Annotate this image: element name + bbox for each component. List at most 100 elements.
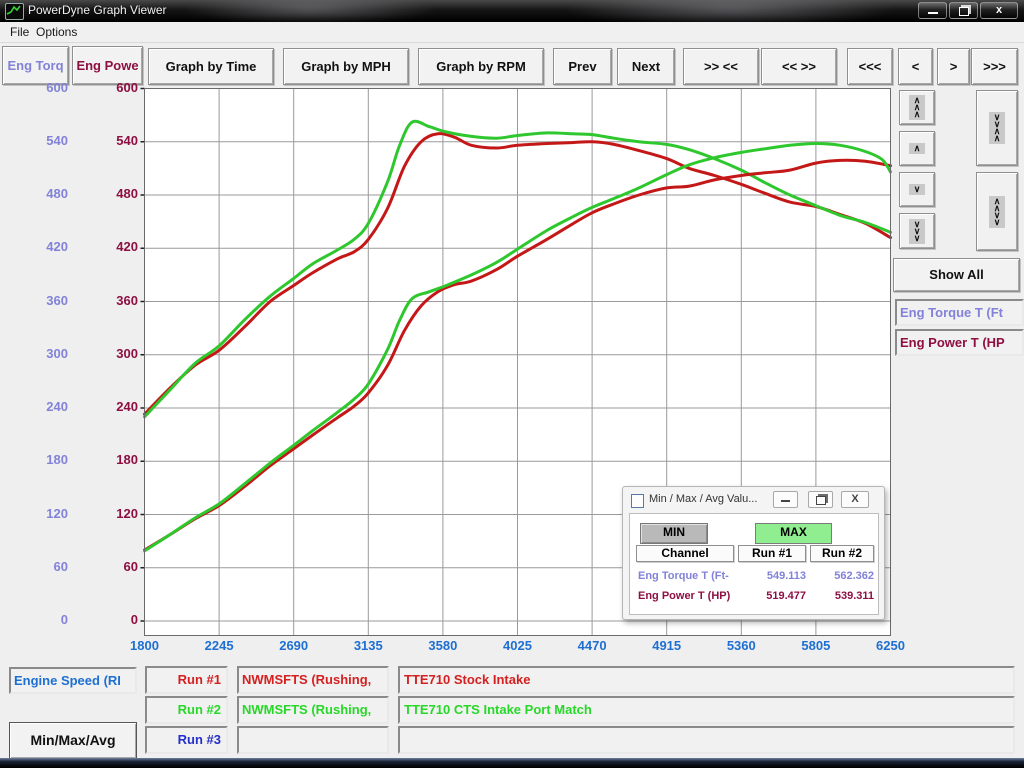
chevron-glyph: ∨ [914, 235, 921, 242]
graph-by-rpm-button[interactable]: Graph by RPM [418, 48, 544, 85]
minmax-run2-value: 562.362 [804, 570, 874, 582]
zoom-out-x-button[interactable]: << >> [761, 48, 837, 85]
rpm-tick-label: 4025 [481, 638, 555, 653]
minmax-col-run2: Run #2 [810, 545, 874, 562]
collapse-range-icon: ∨∨∧∧ [989, 112, 1006, 144]
torque-tick-label: 120 [0, 506, 70, 522]
chevron-glyph: ∧ [994, 135, 1001, 142]
maximize-button[interactable] [949, 2, 978, 19]
minmax-window: Min / Max / Avg Valu... X MIN MAX Channe… [622, 486, 885, 620]
torque-tick-label: 360 [0, 293, 70, 309]
jump-right-button[interactable]: >>> [971, 48, 1018, 85]
minimize-button[interactable] [918, 2, 947, 19]
scroll-down-fast-button[interactable]: ∨∨∨ [899, 213, 935, 249]
power-tick-label: 300 [0, 346, 140, 362]
run-label-2: Run #2 [145, 696, 228, 724]
scroll-up-button[interactable]: ∧ [899, 131, 935, 166]
collapse-range-button[interactable]: ∨∨∧∧ [976, 90, 1018, 166]
run-1-description-field[interactable]: TTE710 Stock Intake [398, 666, 1015, 694]
channel-label-power[interactable]: Eng Power T (HP [895, 329, 1024, 356]
jump-left-button[interactable]: <<< [847, 48, 893, 85]
min-button[interactable]: MIN [640, 523, 708, 544]
power-tick-label: 120 [0, 506, 140, 522]
power-tick-label: 0 [0, 612, 140, 628]
torque-tick-label: 240 [0, 399, 70, 415]
rpm-tick-label: 5360 [704, 638, 778, 653]
menu-bar: File Options [0, 22, 1024, 43]
x-channel-box: Engine Speed (RI [9, 667, 137, 694]
chevron-glyph: ∧ [914, 145, 921, 152]
next-button[interactable]: Next [617, 48, 675, 85]
minmax-col-channel: Channel [636, 545, 734, 562]
step-left-button[interactable]: < [898, 48, 933, 85]
glass-streak [560, 0, 900, 22]
expand-range-icon: ∧∧∨∨ [989, 196, 1006, 228]
run-3-description-field[interactable] [398, 726, 1015, 754]
app-icon [5, 3, 24, 20]
run-label-3: Run #3 [145, 726, 228, 754]
minmax-minimize-button[interactable] [773, 491, 798, 508]
run-2-source-field[interactable]: NWMSFTS (Rushing, [237, 696, 389, 724]
show-all-button[interactable]: Show All [893, 258, 1020, 292]
torque-tick-label: 180 [0, 452, 70, 468]
graph-by-mph-button[interactable]: Graph by MPH [283, 48, 409, 85]
close-button[interactable]: x [980, 2, 1018, 19]
rpm-tick-label: 1800 [108, 638, 182, 653]
axis-button-torque[interactable]: Eng Torq [2, 46, 69, 85]
power-tick-label: 240 [0, 399, 140, 415]
torque-tick-label: 60 [0, 559, 70, 575]
axis-button-power[interactable]: Eng Powe [72, 46, 143, 85]
run-3-source-field[interactable] [237, 726, 389, 754]
scroll-down-icon: ∨ [909, 184, 926, 195]
menu-options[interactable]: Options [32, 24, 81, 40]
rpm-tick-label: 2690 [257, 638, 331, 653]
scroll-up-icon: ∧ [909, 143, 926, 154]
maximize-icon [959, 7, 969, 16]
title-bar: PowerDyne Graph Viewer x [0, 0, 1024, 22]
minmax-row-channel: Eng Power T (HP) [638, 590, 730, 602]
expand-range-button[interactable]: ∧∧∨∨ [976, 172, 1018, 251]
minmax-panel: MIN MAX Channel Run #1 Run #2 Eng Torque… [629, 513, 879, 615]
rpm-tick-label: 4915 [630, 638, 704, 653]
chevron-glyph: ∧ [914, 111, 921, 118]
minmax-window-title: Min / Max / Avg Valu... [649, 493, 757, 505]
rpm-tick-label: 6250 [854, 638, 928, 653]
prev-button[interactable]: Prev [553, 48, 612, 85]
minmax-run2-value: 539.311 [804, 590, 874, 602]
scroll-up-fast-button[interactable]: ∧∧∧ [899, 90, 935, 125]
minimize-icon [928, 3, 938, 14]
scroll-down-button[interactable]: ∨ [899, 172, 935, 207]
chevron-glyph: ∨ [994, 219, 1001, 226]
close-icon: x [996, 4, 1002, 16]
power-tick-label: 540 [0, 133, 140, 149]
minmax-close-button[interactable]: X [841, 491, 869, 508]
channel-label-torque[interactable]: Eng Torque T (Ft [895, 299, 1024, 326]
power-tick-label: 60 [0, 559, 140, 575]
rpm-tick-label: 4470 [555, 638, 629, 653]
window-bottom-border [0, 758, 1024, 768]
power-tick-label: 480 [0, 186, 140, 202]
window-title: PowerDyne Graph Viewer [28, 3, 167, 17]
close-icon: X [851, 493, 858, 505]
menu-file[interactable]: File [6, 24, 33, 40]
run-1-source-field[interactable]: NWMSFTS (Rushing, [237, 666, 389, 694]
minmax-maximize-button[interactable] [808, 491, 833, 508]
minmax-row-channel: Eng Torque T (Ft- [638, 570, 729, 582]
step-right-button[interactable]: > [937, 48, 970, 85]
rpm-tick-label: 2245 [182, 638, 256, 653]
minmax-col-run1: Run #1 [738, 545, 806, 562]
rpm-tick-label: 5805 [779, 638, 853, 653]
minmax-run1-value: 519.477 [736, 590, 806, 602]
zoom-in-x-button[interactable]: >> << [683, 48, 759, 85]
maximize-icon [816, 496, 826, 505]
torque-tick-label: 480 [0, 186, 70, 202]
minmax-window-icon [631, 494, 644, 508]
run-label-1: Run #1 [145, 666, 228, 694]
powerdyne-window: PowerDyne Graph Viewer x File Options En… [0, 0, 1024, 768]
graph-by-time-button[interactable]: Graph by Time [148, 48, 274, 85]
y-axis-torque-ticks: 600540480420360300240180120600 [0, 0, 70, 768]
torque-tick-label: 0 [0, 612, 70, 628]
run-2-description-field[interactable]: TTE710 CTS Intake Port Match [398, 696, 1015, 724]
minmaxavg-button[interactable]: Min/Max/Avg [9, 722, 137, 759]
max-button[interactable]: MAX [755, 523, 832, 544]
